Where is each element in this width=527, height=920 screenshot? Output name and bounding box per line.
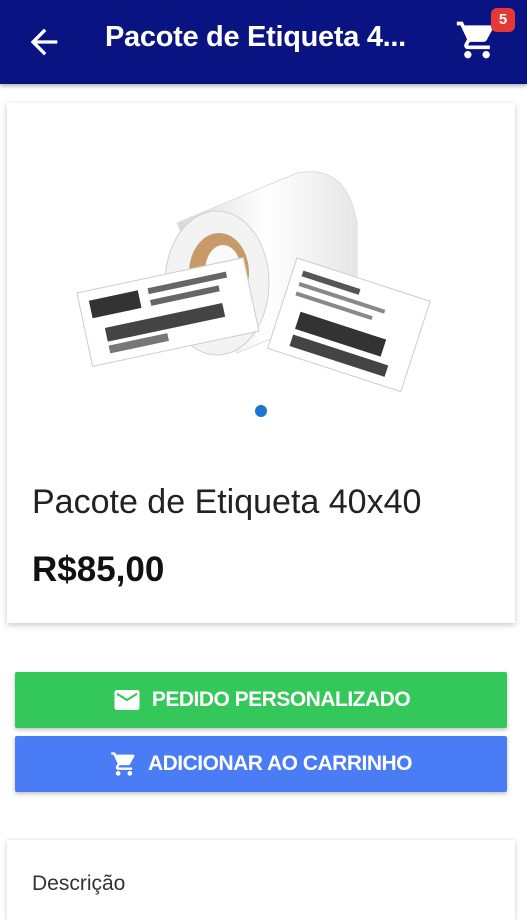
product-name: Pacote de Etiqueta 40x40 — [32, 483, 422, 521]
product-image[interactable] — [67, 163, 447, 393]
app-bar: Pacote de Etiqueta 4... 5 — [0, 0, 527, 84]
arrow-back-icon — [30, 28, 58, 56]
cart-count-badge: 5 — [491, 8, 515, 32]
add-to-cart-label: ADICIONAR AO CARRINHO — [147, 752, 413, 775]
page-title: Pacote de Etiqueta 4... — [105, 21, 406, 53]
product-card: Pacote de Etiqueta 40x40 R$85,00 — [7, 103, 515, 623]
description-label: Descrição — [32, 872, 126, 895]
back-button[interactable] — [24, 22, 64, 62]
product-price: R$85,00 — [32, 550, 165, 589]
email-icon — [114, 690, 140, 710]
custom-order-button[interactable]: PEDIDO PERSONALIZADO — [15, 672, 507, 728]
add-to-cart-button[interactable]: ADICIONAR AO CARRINHO — [15, 736, 507, 792]
description-card: Descrição — [7, 840, 515, 920]
custom-order-label: PEDIDO PERSONALIZADO — [151, 688, 411, 711]
carousel-dot-active[interactable] — [255, 405, 267, 417]
shopping-cart-icon — [111, 752, 135, 776]
